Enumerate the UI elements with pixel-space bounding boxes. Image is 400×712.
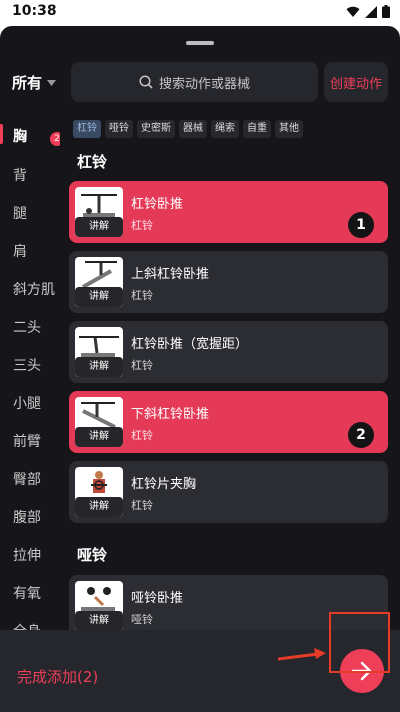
status-bar: 10:38: [0, 0, 400, 24]
wifi-icon: [346, 6, 360, 17]
status-icons: [346, 5, 390, 18]
done-add-button[interactable]: 完成添加(2): [17, 666, 98, 687]
exercise-name: 杠铃片夹胸: [131, 477, 197, 492]
exercise-card[interactable]: 讲解 杠铃片夹胸 杠铃: [69, 461, 388, 523]
status-time: 10:38: [12, 3, 57, 19]
exercise-name: 下斜杠铃卧推: [131, 407, 210, 422]
section-title-dumbbell: 哑铃: [77, 546, 108, 564]
annotation-arrow: [278, 648, 326, 661]
exercise-thumbnail[interactable]: 讲解: [75, 467, 123, 517]
signal-icon: [365, 5, 377, 18]
exercise-picker-sheet: 所有 搜索动作或器械 创建动作 杠铃 哑铃 史密斯 器械 绳索 自重 其他 胸 …: [0, 26, 400, 712]
exercise-equipment: 杠铃: [131, 499, 153, 512]
exercise-equipment: 杠铃: [131, 219, 153, 232]
selection-order-badge: 2: [348, 422, 374, 448]
exercise-equipment: 杠铃: [131, 359, 153, 372]
exercise-card[interactable]: 讲解 上斜杠铃卧推 杠铃: [69, 251, 388, 313]
exercise-equipment: 杠铃: [131, 429, 153, 442]
exercise-thumbnail[interactable]: 讲解: [75, 187, 123, 237]
thumbnail-explain-label: 讲解: [75, 427, 123, 447]
thumbnail-explain-label: 讲解: [75, 217, 123, 237]
exercise-list: 杠铃 讲解 杠铃卧推 杠铃 1 讲解 上斜杠铃卧推 杠铃 讲解 杠铃卧推（宽握距…: [0, 26, 400, 630]
exercise-name: 上斜杠铃卧推: [131, 267, 210, 282]
exercise-equipment: 杠铃: [131, 289, 153, 302]
exercise-card[interactable]: 讲解 杠铃卧推 杠铃 1: [69, 181, 388, 243]
exercise-thumbnail[interactable]: 讲解: [75, 257, 123, 307]
exercise-thumbnail[interactable]: 讲解: [75, 327, 123, 377]
exercise-card[interactable]: 讲解 杠铃卧推（宽握距） 杠铃: [69, 321, 388, 383]
thumbnail-explain-label: 讲解: [75, 357, 123, 377]
selection-order-badge: 1: [348, 212, 374, 238]
thumbnail-explain-label: 讲解: [75, 287, 123, 307]
annotation-highlight-box: [329, 612, 390, 673]
thumbnail-explain-label: 讲解: [75, 497, 123, 517]
exercise-name: 杠铃卧推: [131, 197, 184, 212]
exercise-card[interactable]: 讲解 下斜杠铃卧推 杠铃 2: [69, 391, 388, 453]
battery-icon: [382, 5, 390, 18]
exercise-thumbnail[interactable]: 讲解: [75, 581, 123, 630]
exercise-name: 哑铃卧推: [131, 591, 184, 606]
thumbnail-explain-label: 讲解: [75, 611, 123, 630]
exercise-thumbnail[interactable]: 讲解: [75, 397, 123, 447]
section-title-barbell: 杠铃: [77, 153, 108, 171]
exercise-equipment: 哑铃: [131, 613, 153, 626]
exercise-name: 杠铃卧推（宽握距）: [131, 337, 249, 352]
